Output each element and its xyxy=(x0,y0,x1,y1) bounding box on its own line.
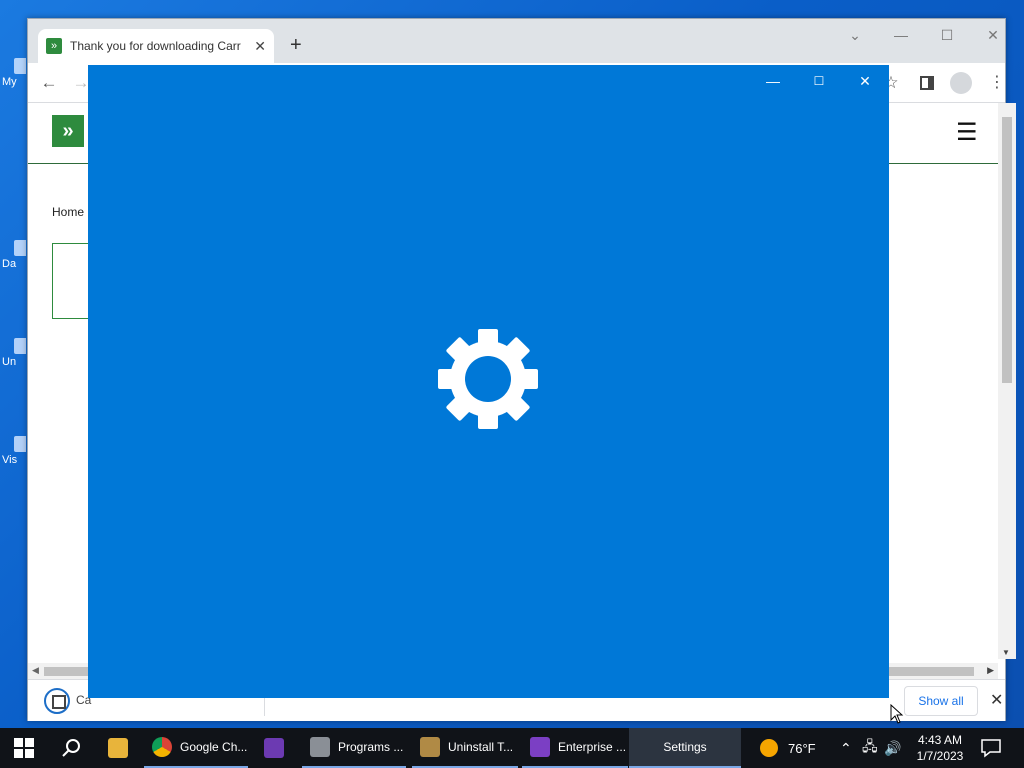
content-card xyxy=(52,243,92,319)
browser-tab[interactable]: » Thank you for downloading Carr ✕ xyxy=(38,29,274,63)
desktop-icon-label: Vis xyxy=(2,454,18,466)
programs-icon xyxy=(310,737,330,757)
tab-search-icon[interactable]: ⌄ xyxy=(845,27,865,44)
hamburger-menu-icon[interactable]: ☰ xyxy=(956,121,978,145)
search-icon[interactable] xyxy=(60,736,84,760)
clock-time: 4:43 AM xyxy=(917,733,963,747)
vertical-scrollbar[interactable]: ▼ xyxy=(998,103,1016,659)
gear-icon xyxy=(438,329,538,429)
side-panel-icon[interactable] xyxy=(920,76,934,90)
desktop-icon-label: Un xyxy=(2,356,17,368)
maximize-icon[interactable]: ☐ xyxy=(937,27,957,44)
taskbar-item-visual-studio[interactable] xyxy=(256,728,292,768)
close-icon[interactable]: ✕ xyxy=(990,690,1003,710)
minimize-icon[interactable]: — xyxy=(763,71,783,91)
taskbar-item-label: Settings xyxy=(663,740,707,754)
maximize-icon[interactable]: ☐ xyxy=(809,71,829,91)
new-tab-button[interactable]: + xyxy=(290,35,302,55)
taskbar-item-chrome[interactable]: Google Ch... xyxy=(144,728,248,768)
visual-studio-icon xyxy=(530,737,550,757)
download-file-icon xyxy=(44,688,70,714)
uninstall-icon xyxy=(420,737,440,757)
weather-widget[interactable]: 76°F xyxy=(760,728,816,768)
desktop-icon[interactable]: Da xyxy=(2,240,26,270)
minimize-icon[interactable]: — xyxy=(891,27,911,43)
settings-window: — ☐ ✕ xyxy=(88,65,889,698)
taskbar: Google Ch... Programs ... Uninstall T...… xyxy=(0,728,1024,768)
desktop-icon-image xyxy=(14,240,26,256)
taskbar-item-label: Uninstall T... xyxy=(448,740,514,754)
taskbar-item-enterprise[interactable]: Enterprise ... xyxy=(522,728,628,768)
desktop-icon-label: My xyxy=(2,76,17,88)
windows-start-icon[interactable] xyxy=(14,738,34,758)
sun-icon xyxy=(760,739,778,757)
desktop-icon-image xyxy=(14,338,26,354)
desktop-icon[interactable]: Un xyxy=(2,338,26,368)
mouse-cursor-icon xyxy=(890,704,904,724)
file-explorer-icon[interactable] xyxy=(100,728,136,768)
taskbar-item-programs[interactable]: Programs ... xyxy=(302,728,406,768)
desktop-icon-image xyxy=(14,436,26,452)
taskbar-item-settings[interactable]: Settings xyxy=(629,728,741,768)
scroll-thumb[interactable] xyxy=(1002,117,1012,383)
taskbar-item-label: Google Ch... xyxy=(180,740,248,754)
chevron-up-icon[interactable]: ⌃ xyxy=(840,728,852,768)
volume-icon[interactable]: 🔊 xyxy=(884,728,901,768)
desktop-icon-image xyxy=(14,58,26,74)
chrome-icon xyxy=(152,737,172,757)
breadcrumb[interactable]: Home xyxy=(52,205,84,219)
taskbar-item-label: Programs ... xyxy=(338,740,404,754)
notification-icon[interactable] xyxy=(980,738,1002,758)
scroll-right-icon[interactable]: ▶ xyxy=(987,665,994,676)
scroll-left-icon[interactable]: ◀ xyxy=(32,665,39,676)
site-logo-icon[interactable]: » xyxy=(52,115,84,147)
tab-strip: » Thank you for downloading Carr ✕ + ⌄ —… xyxy=(28,19,1005,63)
kebab-menu-icon[interactable]: ⋮ xyxy=(986,73,1008,93)
tab-close-icon[interactable]: ✕ xyxy=(254,38,266,55)
folder-icon xyxy=(108,738,128,758)
clock-date: 1/7/2023 xyxy=(916,749,964,763)
taskbar-item-uninstall[interactable]: Uninstall T... xyxy=(412,728,518,768)
profile-avatar-icon[interactable] xyxy=(950,72,972,94)
site-favicon-icon: » xyxy=(46,38,62,54)
close-icon[interactable]: ✕ xyxy=(855,71,875,91)
show-all-button[interactable]: Show all xyxy=(904,686,978,716)
desktop-icon[interactable]: My xyxy=(2,58,26,88)
taskbar-item-label: Enterprise ... xyxy=(558,740,627,754)
system-clock[interactable]: 4:43 AM 1/7/2023 xyxy=(908,732,972,764)
tab-title: Thank you for downloading Carr xyxy=(70,39,241,53)
weather-temp: 76°F xyxy=(788,740,816,756)
desktop-icon-label: Da xyxy=(2,258,17,270)
visual-studio-icon xyxy=(264,738,284,758)
scroll-down-icon[interactable]: ▼ xyxy=(1002,648,1010,657)
network-icon[interactable]: 🖧 xyxy=(862,728,878,768)
desktop-icon[interactable]: Vis xyxy=(2,436,26,466)
back-arrow-icon[interactable]: ← xyxy=(38,73,60,93)
close-icon[interactable]: ✕ xyxy=(983,27,1003,44)
